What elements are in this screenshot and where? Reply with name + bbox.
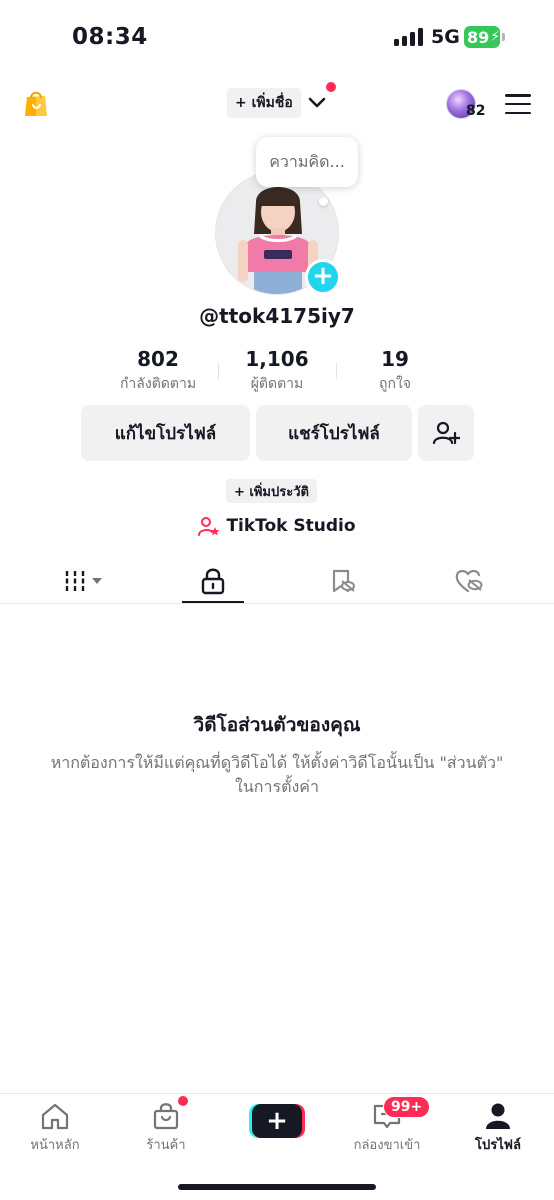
nav-shop[interactable]: ร้านค้า [121, 1102, 211, 1155]
profile-icon [486, 1103, 510, 1129]
add-avatar-button[interactable]: + [305, 259, 341, 295]
stat-following[interactable]: 802 กำลังติดตาม [110, 347, 206, 395]
signal-icon [394, 28, 424, 46]
nav-home[interactable]: หน้าหลัก [10, 1102, 100, 1155]
share-profile-button[interactable]: แชร์โปรไฟล์ [256, 405, 412, 461]
stat-followers[interactable]: 1,106 ผู้ติดตาม [232, 347, 322, 395]
stat-followers-value: 1,106 [245, 347, 309, 371]
battery-cap [502, 33, 505, 41]
battery-icon: 89 ⚡ [464, 26, 500, 48]
stat-followers-label: ผู้ติดตาม [250, 376, 304, 392]
add-person-icon [432, 421, 460, 445]
tab-videos[interactable] [40, 558, 130, 604]
stat-likes-label: ถูกใจ [379, 376, 411, 392]
nav-profile[interactable]: โปรไฟล์ [453, 1102, 543, 1155]
create-button[interactable]: + [249, 1104, 305, 1138]
home-indicator [178, 1184, 376, 1190]
thought-bubble[interactable]: ความคิด... [256, 137, 358, 187]
stat-following-label: กำลังติดตาม [119, 376, 197, 392]
shop-notification-dot [178, 1096, 188, 1106]
grid-filter-icon [65, 571, 102, 591]
battery-level: 89 [467, 27, 490, 47]
add-name-button[interactable]: + เพิ่มชื่อ [227, 88, 301, 118]
lock-icon [201, 568, 225, 595]
nav-inbox-label: กล่องขาเข้า [353, 1138, 421, 1153]
home-icon [41, 1103, 69, 1130]
inbox-badge: 99+ [383, 1096, 431, 1118]
content-tabs [0, 558, 554, 604]
notification-dot [326, 82, 336, 92]
studio-label: TikTok Studio [226, 516, 356, 536]
active-tab-indicator [182, 601, 244, 603]
add-friend-button[interactable] [418, 405, 474, 461]
stat-likes[interactable]: 19 ถูกใจ [350, 347, 440, 395]
nav-home-label: หน้าหลัก [30, 1138, 80, 1153]
shop-bag-icon[interactable] [24, 88, 48, 118]
liked-hidden-icon [455, 569, 483, 593]
shop-icon [153, 1103, 179, 1130]
empty-state-title: วิดีโอส่วนตัวของคุณ [193, 714, 361, 736]
stat-divider [218, 363, 219, 379]
thought-bubble-dot [319, 197, 328, 206]
profile-stats: 802 กำลังติดตาม 1,106 ผู้ติดตาม 19 ถูกใจ [110, 347, 444, 397]
tiktok-studio-link[interactable]: TikTok Studio [0, 515, 554, 537]
stat-divider [336, 363, 337, 379]
tab-private[interactable] [168, 558, 258, 604]
add-bio-button[interactable]: + เพิ่มประวัติ [226, 479, 317, 503]
nav-shop-label: ร้านค้า [146, 1138, 186, 1153]
tab-liked[interactable] [424, 558, 514, 604]
username: @ttok4175iy7 [199, 304, 355, 328]
stat-following-value: 802 [137, 347, 179, 371]
profile-views-count: 82 [466, 103, 486, 119]
stat-likes-value: 19 [381, 347, 409, 371]
status-time: 08:34 [72, 24, 148, 50]
nav-profile-label: โปรไฟล์ [475, 1138, 521, 1153]
edit-profile-button[interactable]: แก้ไขโปรไฟล์ [81, 405, 250, 461]
menu-icon[interactable] [505, 94, 531, 114]
chevron-down-icon[interactable] [306, 93, 328, 113]
create-icon: + [252, 1104, 302, 1138]
studio-icon [198, 517, 220, 536]
network-label: 5G [431, 26, 460, 48]
bookmark-hidden-icon [332, 569, 355, 593]
status-bar: 08:34 5G 89 ⚡ [0, 0, 554, 70]
empty-state-description: หากต้องการให้มีแต่คุณที่ดูวิดีโอได้ ให้ต… [50, 753, 504, 796]
tab-favorites[interactable] [298, 558, 388, 604]
